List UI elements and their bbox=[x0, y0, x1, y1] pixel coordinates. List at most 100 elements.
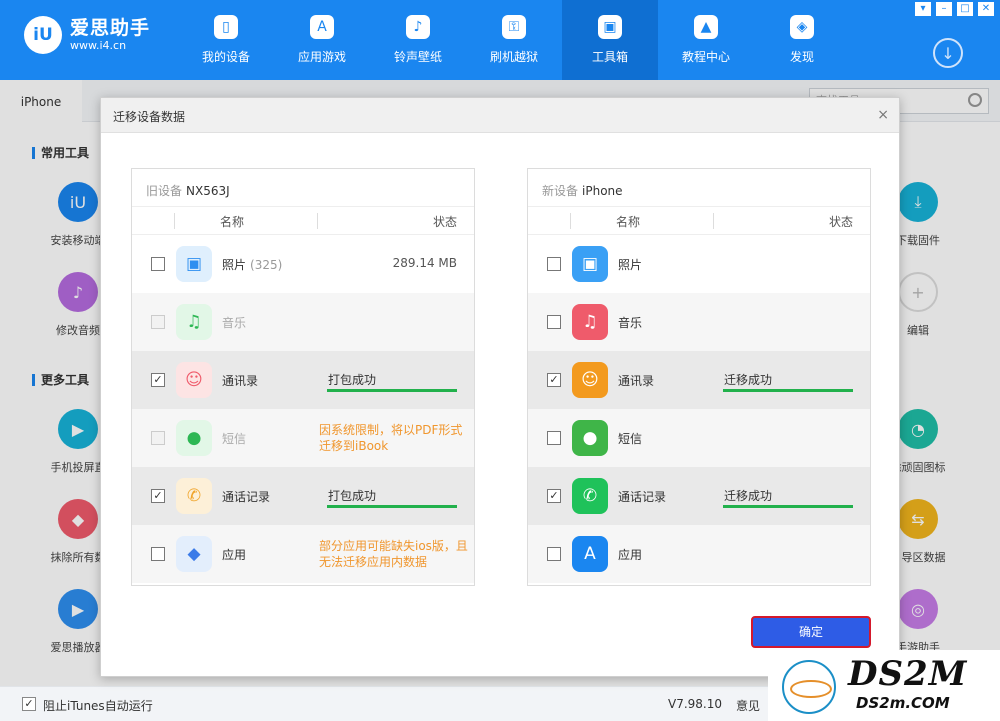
list-item: ✓ ✆ 通话记录 打包成功 bbox=[132, 467, 474, 525]
nav-item-toolbox[interactable]: ▣ 工具箱 bbox=[562, 0, 658, 80]
item-name-text: 音乐 bbox=[222, 316, 247, 330]
list-item: ♫ 音乐 bbox=[132, 293, 474, 351]
item-checkbox[interactable]: ✓ bbox=[151, 373, 165, 387]
music-icon: ♫ bbox=[176, 304, 212, 340]
nav-item-compass[interactable]: ◈ 发现 bbox=[754, 0, 850, 80]
contacts-icon: ☺ bbox=[572, 362, 608, 398]
old-device-header: 旧设备 NX563J bbox=[132, 169, 474, 207]
item-checkbox[interactable]: ✓ bbox=[151, 489, 165, 503]
nav-item-graduation-cap[interactable]: ▲ 教程中心 bbox=[658, 0, 754, 80]
feedback-link[interactable]: 意见 bbox=[736, 697, 760, 714]
item-name-text: 通讯录 bbox=[618, 374, 655, 388]
toolbox-icon: ▣ bbox=[598, 15, 622, 39]
item-name: 音乐 bbox=[222, 314, 246, 331]
nav-item-app-store[interactable]: A 应用游戏 bbox=[274, 0, 370, 80]
download-icon[interactable]: ↓ bbox=[933, 38, 963, 68]
watermark-url: DS2m.COM bbox=[856, 694, 950, 712]
brand-name: 爱思助手 bbox=[70, 17, 151, 39]
close-icon[interactable]: × bbox=[877, 107, 889, 123]
progress-bar bbox=[327, 389, 457, 392]
item-count: (325) bbox=[250, 258, 283, 272]
new-column-header: 名称 状态 bbox=[528, 207, 870, 235]
maximize-icon[interactable]: □ bbox=[957, 2, 973, 16]
version-label: V7.98.10 bbox=[668, 697, 723, 711]
item-name-text: 短信 bbox=[222, 432, 247, 446]
item-note: 部分应用可能缺失ios版，且无法迁移应用内数据 bbox=[319, 539, 468, 569]
progress-bar bbox=[723, 389, 853, 392]
message-icon: ● bbox=[572, 420, 608, 456]
phone-icon: ▯ bbox=[214, 15, 238, 39]
item-status: 迁移成功 bbox=[724, 373, 773, 387]
itunes-autorun-checkbox[interactable]: ✓ bbox=[22, 697, 36, 711]
watermark-text: DS2M bbox=[848, 654, 968, 694]
new-col-status: 状态 bbox=[828, 215, 853, 229]
music-icon: ♪ bbox=[406, 15, 430, 39]
message-icon: ● bbox=[176, 420, 212, 456]
progress-bar bbox=[723, 505, 853, 508]
new-device-prefix: 新设备 bbox=[542, 184, 579, 198]
graduation-cap-icon: ▲ bbox=[694, 15, 718, 39]
migrate-device-dialog: 迁移设备数据 × 旧设备 NX563J 名称 状态 ▣ 照片 (325) 289.14 … bbox=[100, 97, 900, 677]
old-col-name: 名称 bbox=[220, 215, 245, 229]
item-name: 短信 bbox=[222, 430, 246, 447]
main-nav: ▯ 我的设备 A 应用游戏 ♪ 铃声壁纸 ⚿ 刷机越狱 ▣ 工具箱 ▲ 教程中心 ◈ 发现 bbox=[178, 0, 850, 80]
window-controls: ▾ – □ ✕ bbox=[910, 2, 994, 16]
item-name: 通话记录 bbox=[222, 488, 270, 505]
nav-item-shield[interactable]: ⚿ 刷机越狱 bbox=[466, 0, 562, 80]
item-checkbox[interactable] bbox=[547, 315, 561, 329]
item-checkbox[interactable] bbox=[151, 547, 165, 561]
shield-icon: ⚿ bbox=[502, 15, 526, 39]
item-note: 因系统限制，将以PDF形式迁移到iBook bbox=[319, 423, 463, 453]
list-item: ✓ ✆ 通话记录 迁移成功 bbox=[528, 467, 870, 525]
new-device-header: 新设备 iPhone bbox=[528, 169, 870, 207]
nav-item-label: 应用游戏 bbox=[297, 50, 346, 64]
item-name: 应用 bbox=[618, 546, 642, 563]
ds2m-watermark: DS2M DS2m.COM bbox=[768, 650, 1000, 721]
nav-item-phone[interactable]: ▯ 我的设备 bbox=[178, 0, 274, 80]
photos-icon: ▣ bbox=[572, 246, 608, 282]
item-checkbox[interactable]: ✓ bbox=[547, 489, 561, 503]
close-window-icon[interactable]: ✕ bbox=[978, 2, 994, 16]
nav-item-music[interactable]: ♪ 铃声壁纸 bbox=[370, 0, 466, 80]
item-status: 打包成功 bbox=[328, 373, 377, 387]
item-checkbox bbox=[151, 315, 165, 329]
skin-menu-icon[interactable]: ▾ bbox=[915, 2, 931, 16]
old-device-prefix: 旧设备 bbox=[146, 184, 183, 198]
minimize-icon[interactable]: – bbox=[936, 2, 952, 16]
list-item: ◆ 应用 部分应用可能缺失ios版，且无法迁移应用内数据 bbox=[132, 525, 474, 583]
item-checkbox[interactable] bbox=[547, 547, 561, 561]
new-device-panel: 新设备 iPhone 名称 状态 ▣ 照片 ♫ 音乐 ✓ ☺ 通讯录 迁移成功 ● 短信 ✓ ✆ 通话记录… bbox=[527, 168, 871, 586]
item-status: 迁移成功 bbox=[724, 489, 773, 503]
confirm-button[interactable]: 确定 bbox=[751, 616, 871, 648]
item-name-text: 应用 bbox=[618, 548, 643, 562]
item-checkbox[interactable] bbox=[151, 257, 165, 271]
item-checkbox[interactable] bbox=[547, 431, 561, 445]
nav-item-label: 教程中心 bbox=[681, 50, 730, 64]
list-item: ▣ 照片 (325) 289.14 MB bbox=[132, 235, 474, 293]
top-bar: iU 爱思助手 www.i4.cn ▯ 我的设备 A 应用游戏 ♪ 铃声壁纸 ⚿ 刷机越狱 ▣ 工… bbox=[0, 0, 1000, 80]
music-icon: ♫ bbox=[572, 304, 608, 340]
item-name: 通讯录 bbox=[222, 372, 258, 389]
brand-url: www.i4.cn bbox=[70, 39, 127, 52]
itunes-autorun-label: 阻止iTunes自动运行 bbox=[43, 699, 153, 713]
new-col-name: 名称 bbox=[616, 215, 641, 229]
item-name: 通讯录 bbox=[618, 372, 654, 389]
item-checkbox[interactable]: ✓ bbox=[547, 373, 561, 387]
list-item: ▣ 照片 bbox=[528, 235, 870, 293]
item-name-text: 照片 bbox=[222, 258, 247, 272]
nav-item-label: 铃声壁纸 bbox=[393, 50, 442, 64]
item-name: 照片 (325) bbox=[222, 256, 282, 273]
item-name: 通话记录 bbox=[618, 488, 666, 505]
item-name-text: 短信 bbox=[618, 432, 643, 446]
item-name-text: 应用 bbox=[222, 548, 247, 562]
old-device-name: NX563J bbox=[186, 184, 230, 198]
item-size: 289.14 MB bbox=[392, 256, 457, 270]
nav-item-label: 发现 bbox=[789, 50, 814, 64]
dialog-header: 迁移设备数据 × bbox=[101, 98, 899, 133]
item-checkbox bbox=[151, 431, 165, 445]
phone-icon: ✆ bbox=[176, 478, 212, 514]
new-device-name: iPhone bbox=[582, 184, 623, 198]
old-column-header: 名称 状态 bbox=[132, 207, 474, 235]
app-logo: iU 爱思助手 www.i4.cn bbox=[24, 16, 150, 54]
item-checkbox[interactable] bbox=[547, 257, 561, 271]
